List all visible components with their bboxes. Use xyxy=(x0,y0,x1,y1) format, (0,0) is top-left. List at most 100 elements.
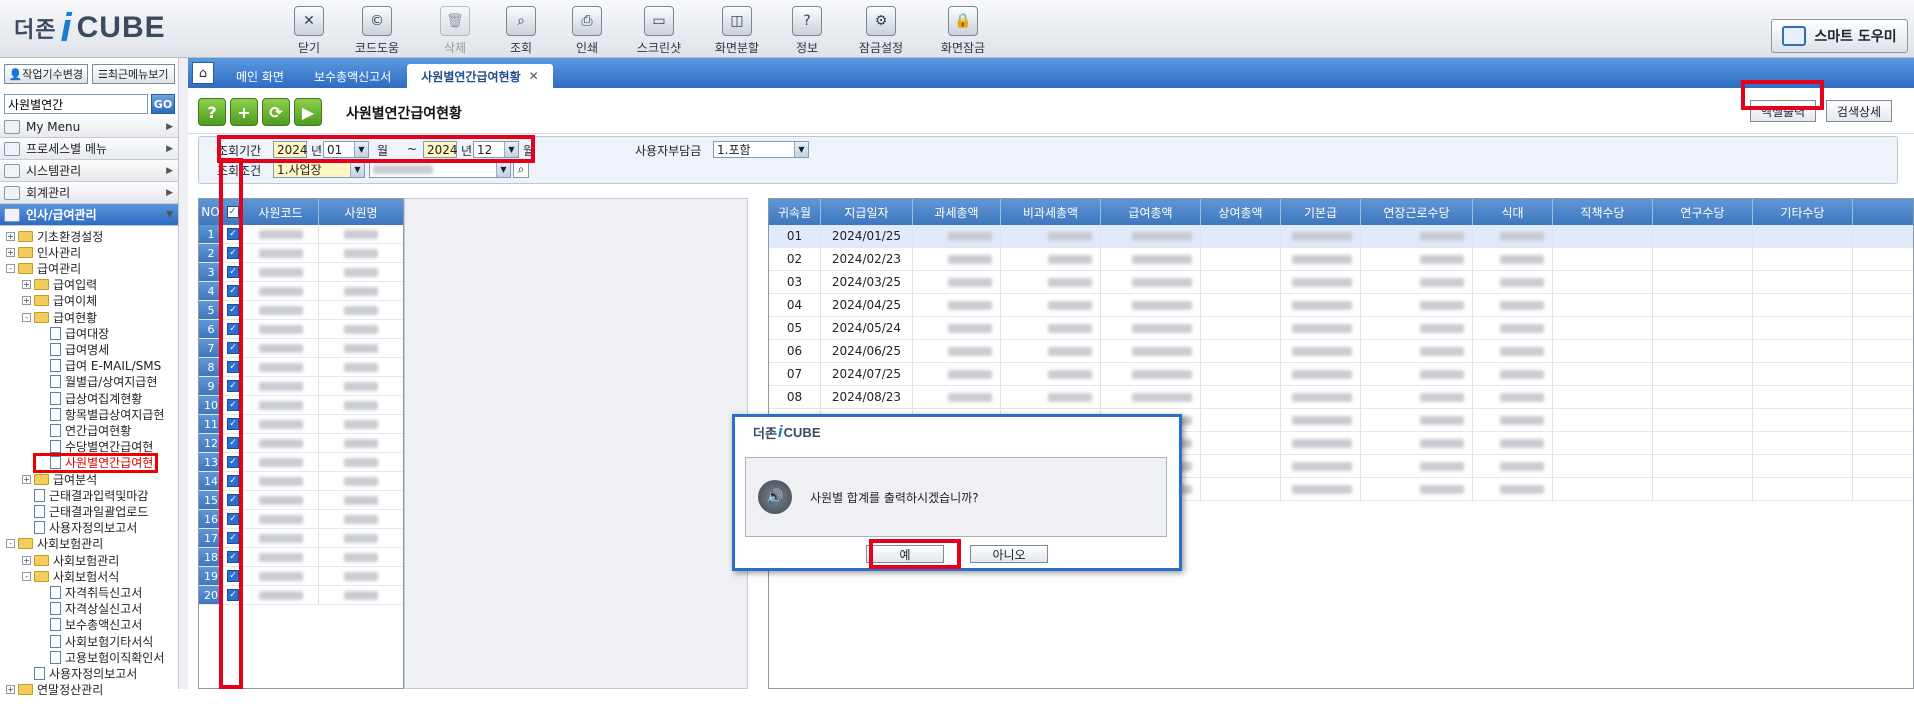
table-row[interactable]: 7 ✓ xyxy=(199,339,403,358)
tree-item[interactable]: 근태결과일괄업로드 xyxy=(22,503,148,519)
table-row[interactable]: 11 ✓ xyxy=(199,415,403,434)
table-row[interactable]: 03 2024/03/25 xyxy=(769,271,1913,294)
table-row[interactable]: 10 ✓ xyxy=(199,396,403,415)
expand-icon[interactable]: + xyxy=(22,474,31,484)
table-row[interactable]: 02 2024/02/23 xyxy=(769,248,1913,271)
table-row[interactable]: 06 2024/06/25 xyxy=(769,340,1913,363)
row-checkbox[interactable]: ✓ xyxy=(223,548,243,566)
table-row[interactable]: 14 ✓ xyxy=(199,472,403,491)
table-row[interactable]: 12 ✓ xyxy=(199,434,403,453)
table-row[interactable]: 1 ✓ xyxy=(199,225,403,244)
toolbar-printer-button[interactable]: ⎙ 인쇄 xyxy=(552,6,622,56)
menu-group-0[interactable]: My Menu ▶ xyxy=(0,116,179,138)
table-row[interactable]: 8 ✓ xyxy=(199,358,403,377)
tree-item[interactable]: 자격상실신고서 xyxy=(38,601,142,617)
employer-select[interactable]: 1.포함 ▼ xyxy=(713,141,809,158)
tree-item[interactable]: + 인사관리 xyxy=(6,244,81,260)
col-header[interactable]: 식대 xyxy=(1473,199,1553,225)
menu-group-3[interactable]: 회계관리 ▶ xyxy=(0,182,179,204)
workplace-select[interactable]: ▼ xyxy=(369,161,511,178)
table-row[interactable]: 07 2024/07/25 xyxy=(769,363,1913,386)
col-header[interactable]: 과세총액 xyxy=(913,199,1001,225)
table-row[interactable]: 4 ✓ xyxy=(199,282,403,301)
toolbar-lock-settings-button[interactable]: ⚙ 잠금설정 xyxy=(846,6,916,56)
table-row[interactable]: 08 2024/08/23 xyxy=(769,386,1913,409)
menu-group-2[interactable]: 시스템관리 ▶ xyxy=(0,160,179,182)
from-month-select[interactable]: 01 ▼ xyxy=(323,141,369,158)
row-checkbox[interactable]: ✓ xyxy=(223,434,243,452)
row-checkbox[interactable]: ✓ xyxy=(223,282,243,300)
col-header[interactable]: 급여총액 xyxy=(1101,199,1201,225)
tree-item[interactable]: + 급여입력 xyxy=(22,277,97,293)
expand-icon[interactable]: + xyxy=(22,280,31,290)
cond-select[interactable]: 1.사업장 ▼ xyxy=(273,161,365,178)
tab-1[interactable]: 보수총액신고서 xyxy=(300,64,405,88)
table-row[interactable]: 3 ✓ xyxy=(199,263,403,282)
row-checkbox[interactable]: ✓ xyxy=(223,396,243,414)
refresh-icon[interactable]: ⟳ xyxy=(262,98,290,126)
tree-item[interactable]: 사용자정의보고서 xyxy=(22,520,137,536)
menu-group-4[interactable]: 인사/급여관리 ▼ xyxy=(0,204,179,226)
toolbar-split-screen-button[interactable]: ◫ 화면분할 xyxy=(702,6,772,56)
tree-item[interactable]: 연간급여현황 xyxy=(38,422,131,438)
tree-item[interactable]: 근태결과입력및마감 xyxy=(22,487,148,503)
col-header[interactable]: 상여총액 xyxy=(1201,199,1281,225)
row-checkbox[interactable]: ✓ xyxy=(223,491,243,509)
grid-splitter[interactable] xyxy=(404,198,748,689)
row-checkbox[interactable]: ✓ xyxy=(223,263,243,281)
toolbar-close-window-button[interactable]: ✕ 닫기 xyxy=(274,6,344,56)
col-header[interactable]: 귀속월 xyxy=(769,199,821,225)
row-checkbox[interactable]: ✓ xyxy=(223,320,243,338)
row-checkbox[interactable]: ✓ xyxy=(223,567,243,585)
collapse-icon[interactable]: - xyxy=(6,263,15,273)
yes-button[interactable]: 예 xyxy=(866,545,944,563)
col-header[interactable]: 기본급 xyxy=(1281,199,1361,225)
tree-item[interactable]: 급여명세 xyxy=(38,341,109,357)
expand-icon[interactable]: + xyxy=(22,555,31,565)
select-all-checkbox[interactable]: ✓ xyxy=(223,199,243,225)
add-icon[interactable]: + xyxy=(230,98,258,126)
tree-item[interactable]: - 사회보험서식 xyxy=(22,568,119,584)
tree-item[interactable]: + 급여이체 xyxy=(22,293,97,309)
col-header[interactable]: 연장근로수당 xyxy=(1361,199,1473,225)
table-row[interactable]: 9 ✓ xyxy=(199,377,403,396)
collapse-icon[interactable]: - xyxy=(22,312,31,322)
table-row[interactable]: 6 ✓ xyxy=(199,320,403,339)
tree-item[interactable]: - 사회보험관리 xyxy=(6,536,103,552)
menu-search-input[interactable] xyxy=(4,94,148,114)
table-row[interactable]: 16 ✓ xyxy=(199,510,403,529)
tree-item[interactable]: 보수총액신고서 xyxy=(38,617,142,633)
tree-item[interactable]: 항목별급상여지급현 xyxy=(38,406,164,422)
tree-item[interactable]: 사용자정의보고서 xyxy=(22,665,137,681)
table-row[interactable]: 2 ✓ xyxy=(199,244,403,263)
from-year-input[interactable]: 2024 xyxy=(273,141,308,158)
expand-icon[interactable]: + xyxy=(6,247,15,257)
table-row[interactable]: 5 ✓ xyxy=(199,301,403,320)
toolbar-monitor-button[interactable]: ▭ 스크린샷 xyxy=(624,6,694,56)
toolbar-trash-button[interactable]: 🗑 삭제 xyxy=(420,6,490,56)
tree-item[interactable]: 월별급/상여지급현 xyxy=(38,374,157,390)
close-icon[interactable]: ✕ xyxy=(529,69,539,83)
to-month-select[interactable]: 12 ▼ xyxy=(473,141,519,158)
table-row[interactable]: 17 ✓ xyxy=(199,529,403,548)
tree-item[interactable]: 급여 E-MAIL/SMS xyxy=(38,358,161,374)
row-checkbox[interactable]: ✓ xyxy=(223,472,243,490)
table-row[interactable]: 13 ✓ xyxy=(199,453,403,472)
recent-menu-button[interactable]: ☰ 최근메뉴보기 xyxy=(91,64,175,84)
play-icon[interactable]: ▶ xyxy=(294,98,322,126)
tree-item[interactable]: 자격취득신고서 xyxy=(38,584,142,600)
tree-item[interactable]: + 기초환경설정 xyxy=(6,228,103,244)
tree-item[interactable]: 급상여집계현황 xyxy=(38,390,142,406)
col-header[interactable]: 비과세총액 xyxy=(1001,199,1101,225)
table-row[interactable]: 05 2024/05/24 xyxy=(769,317,1913,340)
excel-export-button[interactable]: 엑셀출력 xyxy=(1750,100,1816,122)
row-checkbox[interactable]: ✓ xyxy=(223,301,243,319)
row-checkbox[interactable]: ✓ xyxy=(223,415,243,433)
go-button[interactable]: GO xyxy=(151,94,175,114)
table-row[interactable]: 18 ✓ xyxy=(199,548,403,567)
table-row[interactable]: 15 ✓ xyxy=(199,491,403,510)
expand-icon[interactable]: + xyxy=(6,685,15,695)
tree-item[interactable]: 고용보험이직확인서 xyxy=(38,649,164,665)
tree-item[interactable]: - 급여관리 xyxy=(6,260,81,276)
search-detail-button[interactable]: 검색상세 xyxy=(1826,100,1892,122)
